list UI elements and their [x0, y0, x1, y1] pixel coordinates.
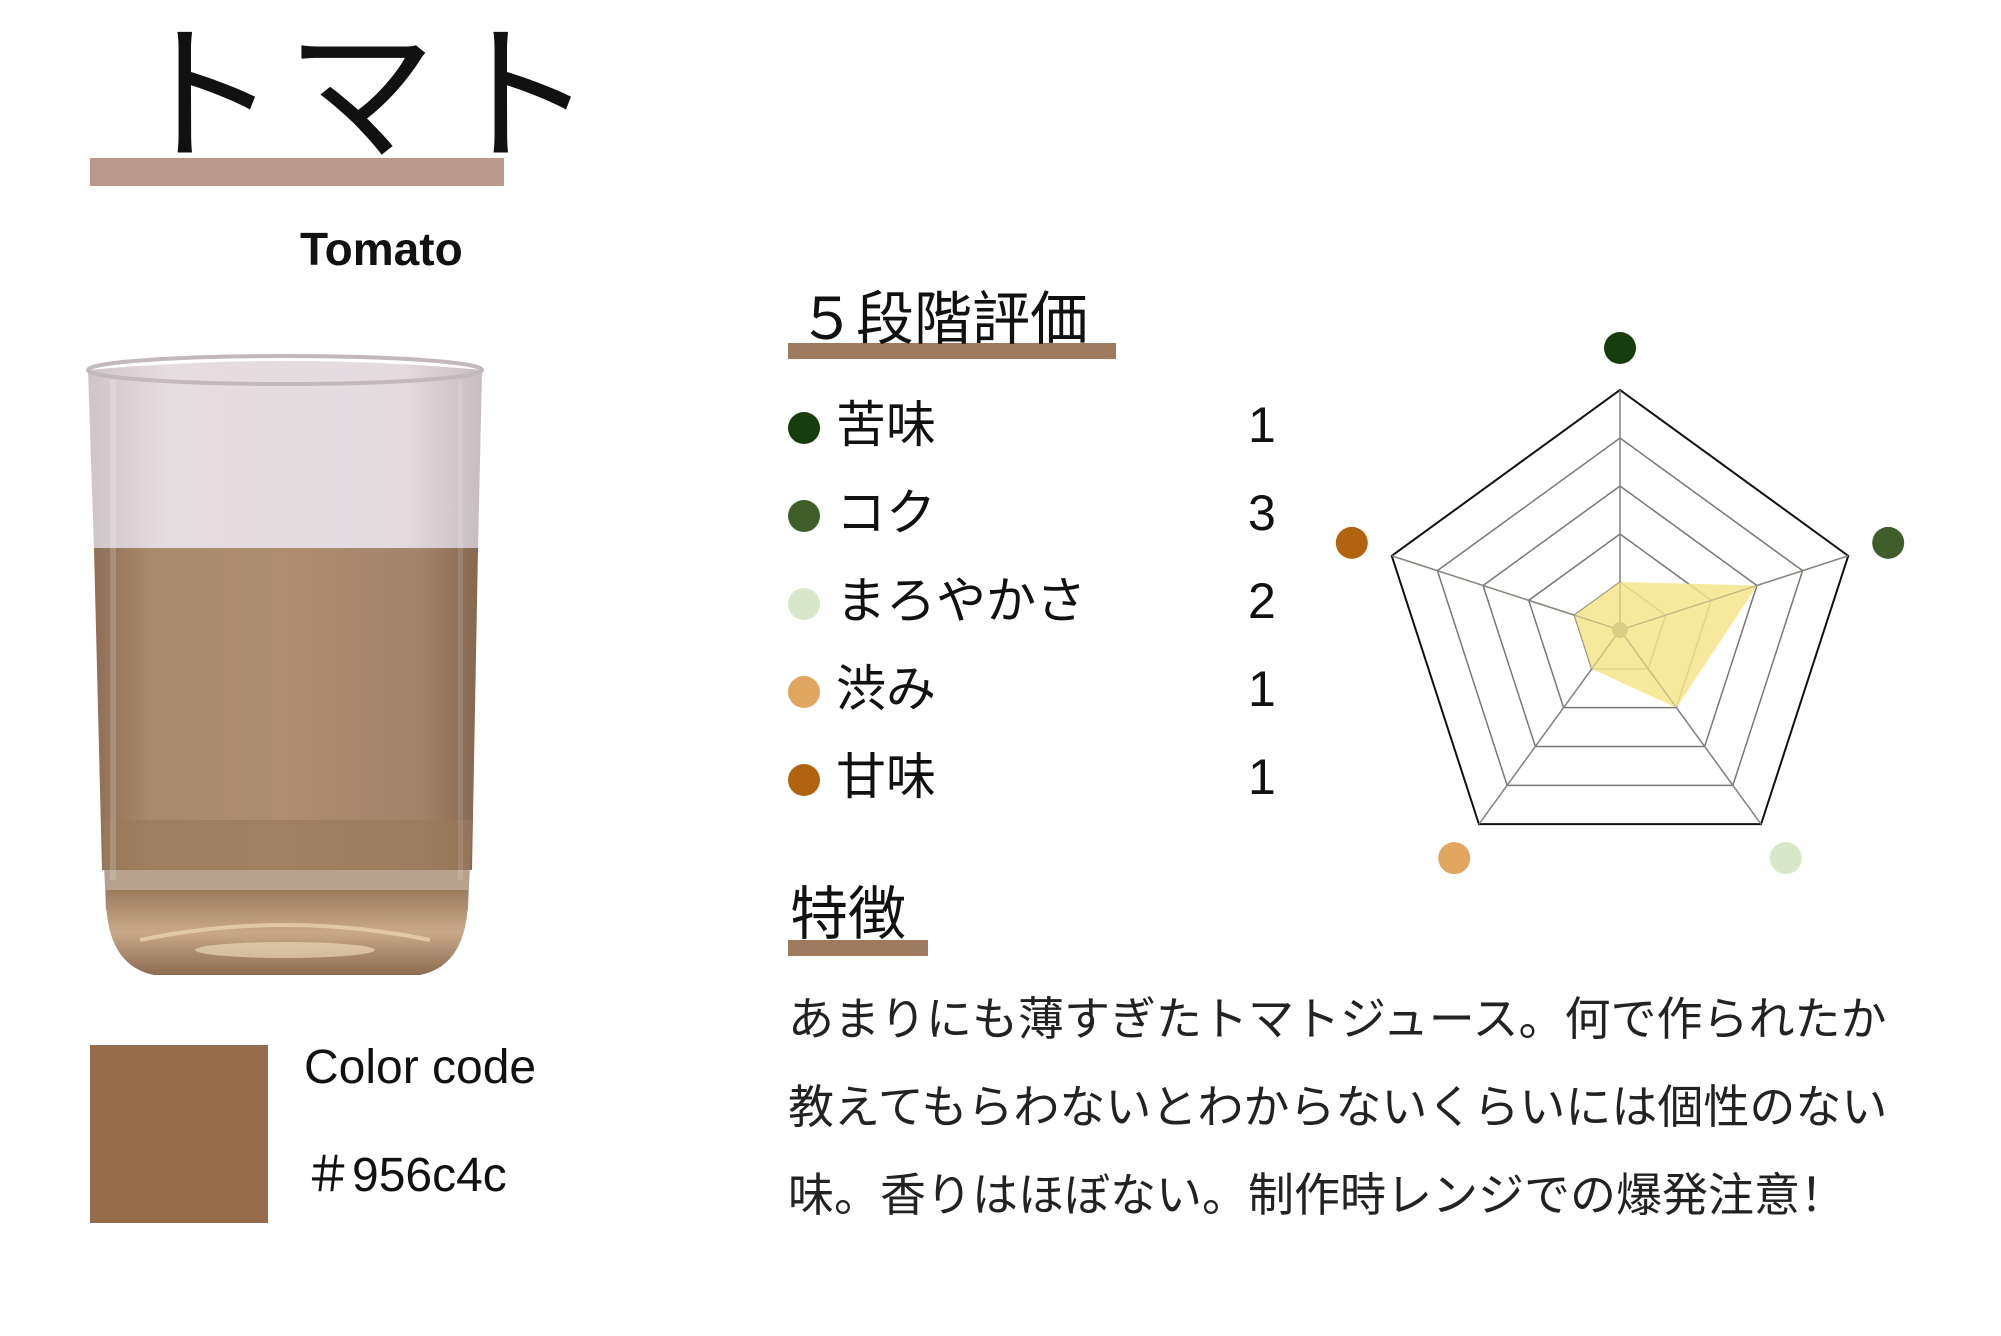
juice-glass-image — [86, 354, 484, 975]
page-subtitle: Tomato — [300, 223, 463, 275]
radar-axis-dot — [1872, 526, 1905, 559]
radar-chart — [1335, 332, 1905, 875]
rating-heading: ５段階評価 — [798, 285, 1089, 353]
rating-label: 甘味 — [836, 748, 936, 806]
rating-row: コク 3 — [788, 476, 1288, 556]
rating-row: 苦味 1 — [788, 388, 1288, 468]
bitterness-dot — [788, 412, 820, 444]
richness-dot — [788, 500, 820, 532]
rating-row: まろやかさ 2 — [788, 564, 1288, 644]
radar-axis-dot — [1438, 842, 1471, 875]
rating-label: 苦味 — [836, 396, 936, 454]
mellowness-dot — [788, 588, 820, 620]
radar-axis-dot — [1604, 332, 1636, 364]
rating-value: 1 — [1248, 661, 1276, 717]
sweetness-dot — [788, 764, 820, 796]
rating-value: 3 — [1248, 485, 1276, 541]
rating-value: 1 — [1248, 397, 1276, 453]
rating-value: 1 — [1248, 749, 1276, 805]
color-swatch — [90, 1045, 268, 1223]
rating-label: 渋み — [836, 660, 936, 718]
color-code-value: ＃956c4c — [304, 1149, 507, 1202]
rating-label: まろやかさ — [836, 572, 1086, 630]
rating-row: 甘味 1 — [788, 740, 1288, 820]
radar-data-area — [1574, 582, 1757, 708]
radar-spoke-overlay — [1478, 629, 1621, 825]
astringency-dot — [788, 676, 820, 708]
radar-center-point — [1612, 622, 1628, 638]
rating-label: コク — [836, 484, 936, 542]
rating-row: 渋み 1 — [788, 652, 1288, 732]
features-description: あまりにも薄すぎたトマトジュース。何で作られたか教えてもらわないとわからないくら… — [788, 992, 1888, 1222]
radar-axis-dot — [1335, 526, 1368, 559]
radar-spoke-overlay — [1391, 555, 1621, 631]
color-code-label: Color code — [304, 1041, 537, 1094]
radar-axis-dot — [1769, 842, 1802, 875]
page-title: トマト — [128, 10, 603, 184]
features-heading: 特徴 — [790, 880, 907, 948]
rating-value: 2 — [1248, 573, 1276, 629]
